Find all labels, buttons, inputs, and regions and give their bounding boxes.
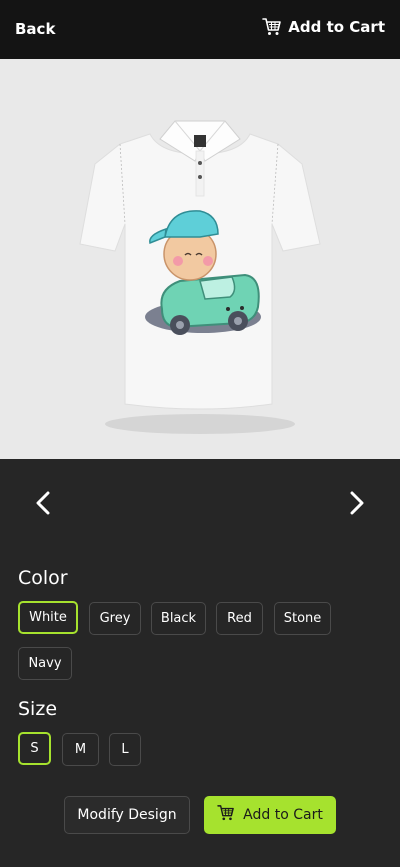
size-label: Size [18, 698, 58, 720]
back-button[interactable]: Back [15, 20, 55, 38]
previous-image-button[interactable] [30, 490, 56, 520]
next-image-button[interactable] [344, 490, 370, 520]
cart-icon [217, 805, 235, 825]
header-add-to-cart-button[interactable]: Add to Cart [262, 18, 385, 36]
product-image [0, 59, 400, 459]
size-option-l[interactable]: L [109, 733, 141, 766]
color-option-red[interactable]: Red [216, 602, 263, 635]
chevron-right-icon [349, 491, 365, 519]
top-bar: Back Add to Cart [0, 0, 400, 59]
chevron-left-icon [35, 491, 51, 519]
add-to-cart-button[interactable]: Add to Cart [204, 796, 336, 834]
header-cart-label: Add to Cart [288, 18, 385, 36]
modify-design-button[interactable]: Modify Design [64, 796, 190, 834]
size-option-s[interactable]: S [18, 732, 51, 765]
color-option-black[interactable]: Black [151, 602, 206, 635]
add-to-cart-label: Add to Cart [243, 807, 323, 823]
color-label: Color [18, 567, 68, 589]
color-option-white[interactable]: White [18, 601, 78, 634]
color-option-stone[interactable]: Stone [274, 602, 331, 635]
color-option-grey[interactable]: Grey [89, 602, 141, 635]
size-option-m[interactable]: M [62, 733, 99, 766]
color-option-navy[interactable]: Navy [18, 647, 72, 680]
cart-icon [262, 18, 282, 36]
